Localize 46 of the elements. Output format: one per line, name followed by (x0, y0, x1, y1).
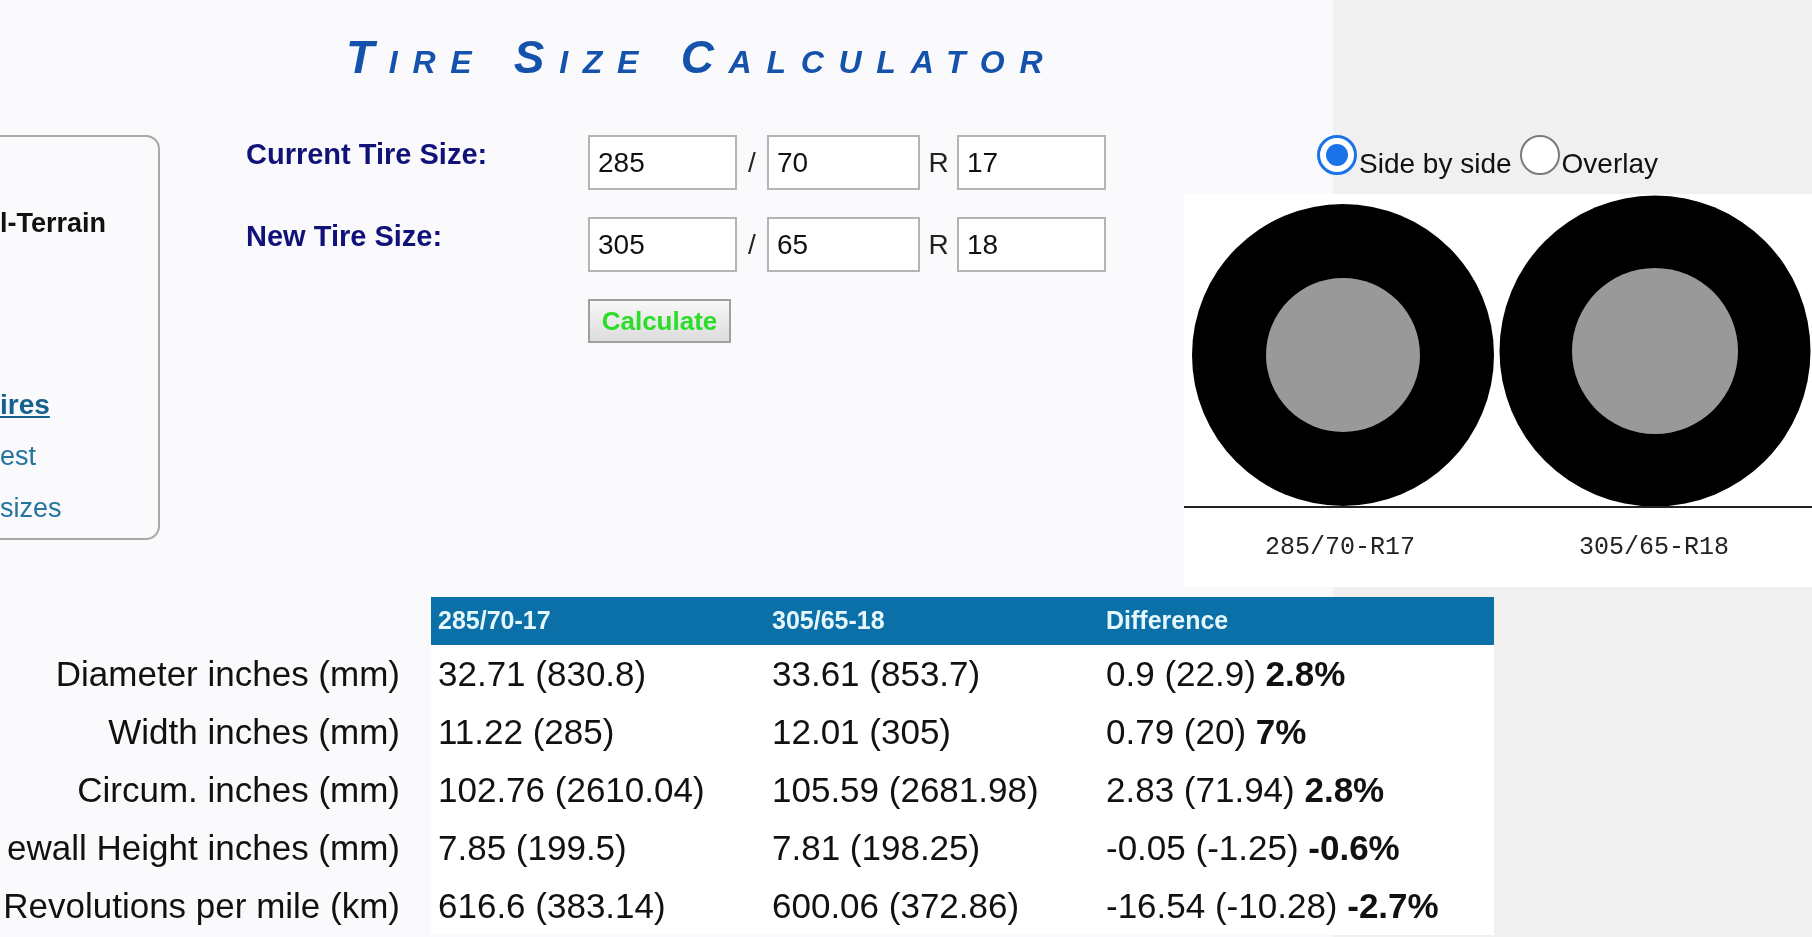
table-cell: -16.54 (-10.28) -2.7% (1099, 877, 1494, 935)
panel-link[interactable]: est (0, 440, 37, 472)
input-field[interactable]: 65 (767, 217, 920, 272)
separator-text: R (928, 146, 949, 179)
table-cell: 2.83 (71.94) 2.8% (1099, 761, 1494, 819)
tire-size-label: 305/65-R18 (1579, 533, 1729, 563)
row-label: Revolutions per mile (km) (3, 885, 400, 927)
column-header: Difference (1099, 597, 1494, 645)
radio-button[interactable] (1317, 135, 1357, 175)
table-cell: 0.79 (20) 7% (1099, 703, 1494, 761)
tire-size-label: 285/70-R17 (1265, 533, 1415, 563)
table-cell: 11.22 (285) (431, 703, 765, 761)
table-cell: 12.01 (305) (765, 703, 1099, 761)
panel-link[interactable]: sizes (0, 492, 62, 524)
table-cell: 33.61 (853.7) (765, 645, 1099, 703)
input-field[interactable]: 305 (588, 217, 737, 272)
row-label: Width inches (mm) (108, 711, 400, 753)
field-label: New Tire Size: (246, 220, 443, 252)
input-field[interactable]: 285 (588, 135, 737, 190)
column-header: 305/65-18 (765, 597, 1099, 645)
input-field[interactable]: 18 (957, 217, 1106, 272)
table-cell: 7.85 (199.5) (431, 819, 765, 877)
table-cell: -0.05 (-1.25) -0.6% (1099, 819, 1494, 877)
panel-link[interactable]: ires (0, 390, 50, 420)
radio-button[interactable] (1519, 135, 1560, 175)
table-cell: 616.6 (383.14) (431, 877, 765, 935)
row-label: Circum. inches (mm) (77, 769, 400, 811)
row-label: ewall Height inches (mm) (7, 827, 400, 869)
table-cell: 600.06 (372.86) (765, 877, 1099, 935)
input-field[interactable]: 17 (957, 135, 1106, 190)
table-cell: 105.59 (2681.98) (765, 761, 1099, 819)
input-field[interactable]: 70 (767, 135, 920, 190)
table-cell: 102.76 (2610.04) (431, 761, 765, 819)
radio-label: Side by side (1359, 148, 1512, 180)
separator-text: / (748, 146, 756, 179)
radio-label: Overlay (1561, 148, 1658, 180)
table-cell: 7.81 (198.25) (765, 819, 1099, 877)
field-label: Current Tire Size: (246, 138, 488, 170)
separator-text: / (748, 228, 756, 261)
page-title: Tire Size Calculator (346, 31, 1058, 83)
row-label: Diameter inches (mm) (55, 653, 400, 695)
table-cell: 32.71 (830.8) (431, 645, 765, 703)
table-cell: 0.9 (22.9) 2.8% (1099, 645, 1494, 703)
separator-text: R (928, 228, 949, 261)
column-header: 285/70-17 (431, 597, 765, 645)
panel-heading: l-Terrain (0, 207, 107, 239)
